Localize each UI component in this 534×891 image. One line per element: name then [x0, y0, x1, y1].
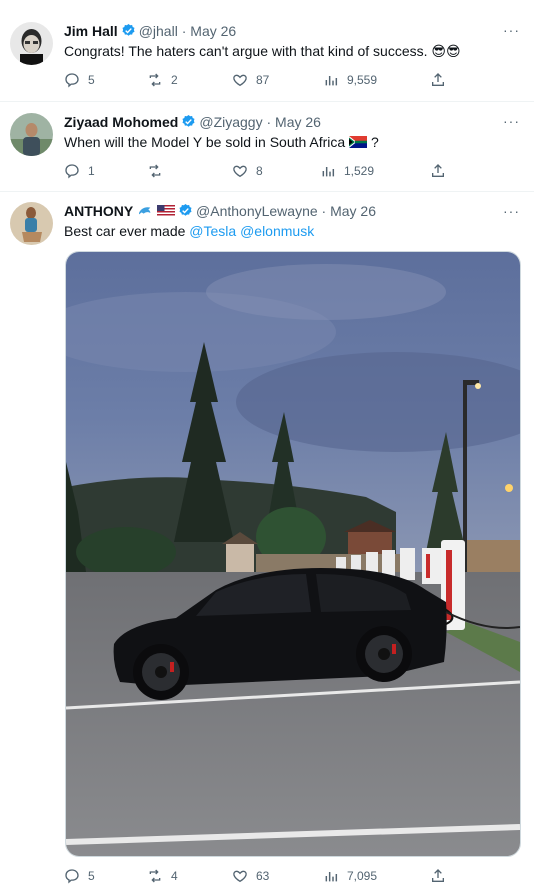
retweet-icon: [149, 869, 161, 883]
tweet-text: Best car ever made @Tesla @elonmusk: [64, 223, 314, 239]
tweet-header: ANTHONY @AnthonyLewayne · May 26: [64, 203, 376, 219]
separator: ·: [266, 114, 272, 130]
views-chart-icon: [322, 167, 335, 177]
verified-badge-icon: [179, 203, 192, 216]
views-button[interactable]: 7,095: [323, 868, 377, 884]
views-chart-icon: [325, 76, 338, 86]
handle[interactable]: @Ziyaggy: [199, 114, 262, 130]
display-name[interactable]: Jim Hall: [64, 23, 118, 39]
tweet-text-body: When will the Model Y be sold in South A…: [64, 134, 346, 150]
verified-badge-icon: [122, 23, 135, 36]
reply-icon: [65, 73, 79, 88]
us-flag-icon: [157, 205, 176, 217]
tweet-text: When will the Model Y be sold in South A…: [64, 134, 379, 150]
avatar[interactable]: [10, 202, 53, 245]
views-button[interactable]: 9,559: [323, 72, 377, 88]
display-name[interactable]: ANTHONY: [64, 203, 133, 219]
handle[interactable]: @jhall: [139, 23, 178, 39]
like-button[interactable]: 87: [232, 72, 269, 88]
retweet-icon: [149, 73, 161, 87]
heart-icon: [233, 870, 247, 883]
share-button[interactable]: [430, 72, 446, 88]
verified-badge-icon: [182, 114, 195, 127]
tweet-jim-hall[interactable]: Jim Hall @jhall · May 26 ··· Congrats! Th…: [0, 0, 534, 102]
tweet-text-body: Best car ever made: [64, 223, 186, 239]
dolphin-emoji-icon: [139, 207, 151, 215]
reply-count: 5: [88, 869, 95, 883]
handle[interactable]: @AnthonyLewayne: [196, 203, 318, 219]
tweet-header: Jim Hall @jhall · May 26: [64, 23, 236, 39]
south-africa-flag-icon: [349, 136, 368, 148]
tweet-text-suffix: ?: [370, 134, 379, 150]
share-button[interactable]: [430, 868, 446, 884]
timestamp[interactable]: May 26: [275, 114, 321, 130]
mention-tesla-link[interactable]: @Tesla: [189, 223, 236, 239]
mention-elonmusk-link[interactable]: @elonmusk: [240, 223, 314, 239]
like-button[interactable]: 63: [232, 868, 269, 884]
more-options-icon[interactable]: ···: [503, 203, 520, 219]
like-button[interactable]: 8: [232, 163, 263, 179]
share-icon: [432, 164, 444, 177]
avatar[interactable]: [10, 22, 53, 65]
timestamp[interactable]: May 26: [190, 23, 236, 39]
share-button[interactable]: [430, 163, 446, 179]
action-bar: 5 4 63 7,095: [64, 868, 464, 888]
view-count: 1,529: [344, 164, 375, 178]
reply-button[interactable]: 5: [64, 868, 95, 884]
tweet-text-body: Congrats! The haters can't argue with th…: [64, 43, 428, 59]
display-name[interactable]: Ziyaad Mohomed: [64, 114, 178, 130]
view-count: 7,095: [347, 869, 378, 883]
separator: ·: [181, 23, 187, 39]
avatar[interactable]: [10, 113, 53, 156]
separator: ·: [321, 203, 327, 219]
tweet-photo[interactable]: [65, 251, 521, 857]
heart-icon: [233, 165, 247, 178]
tweet-text: Congrats! The haters can't argue with th…: [64, 43, 461, 60]
like-count: 87: [256, 73, 270, 87]
action-bar: 1 8 1,529: [64, 163, 464, 183]
view-count: 9,559: [347, 73, 378, 87]
more-options-icon[interactable]: ···: [503, 113, 520, 129]
reply-button[interactable]: 5: [64, 72, 95, 88]
like-count: 8: [256, 164, 263, 178]
retweet-button[interactable]: [147, 163, 163, 179]
reply-count: 5: [88, 73, 95, 87]
reply-icon: [65, 164, 79, 179]
timestamp[interactable]: May 26: [330, 203, 376, 219]
tweet-header: Ziyaad Mohomed @Ziyaggy · May 26: [64, 114, 321, 130]
retweet-count: 4: [171, 869, 178, 883]
views-button[interactable]: 1,529: [320, 163, 374, 179]
views-chart-icon: [325, 872, 338, 882]
like-count: 63: [256, 869, 270, 883]
reply-count: 1: [88, 164, 95, 178]
more-options-icon[interactable]: ···: [503, 22, 520, 38]
retweet-button[interactable]: 2: [147, 72, 178, 88]
sunglasses-emoji: 😎😎: [431, 43, 461, 59]
retweet-count: 2: [171, 73, 178, 87]
heart-icon: [233, 74, 247, 87]
retweet-icon: [149, 164, 161, 178]
share-icon: [432, 869, 444, 882]
share-icon: [432, 73, 444, 86]
retweet-button[interactable]: 4: [147, 868, 178, 884]
reply-button[interactable]: 1: [64, 163, 95, 179]
tweet-ziyaad-mohomed[interactable]: Ziyaad Mohomed @Ziyaggy · May 26 ··· When…: [0, 101, 534, 192]
action-bar: 5 2 87 9,559: [64, 72, 464, 92]
reply-icon: [65, 869, 79, 884]
